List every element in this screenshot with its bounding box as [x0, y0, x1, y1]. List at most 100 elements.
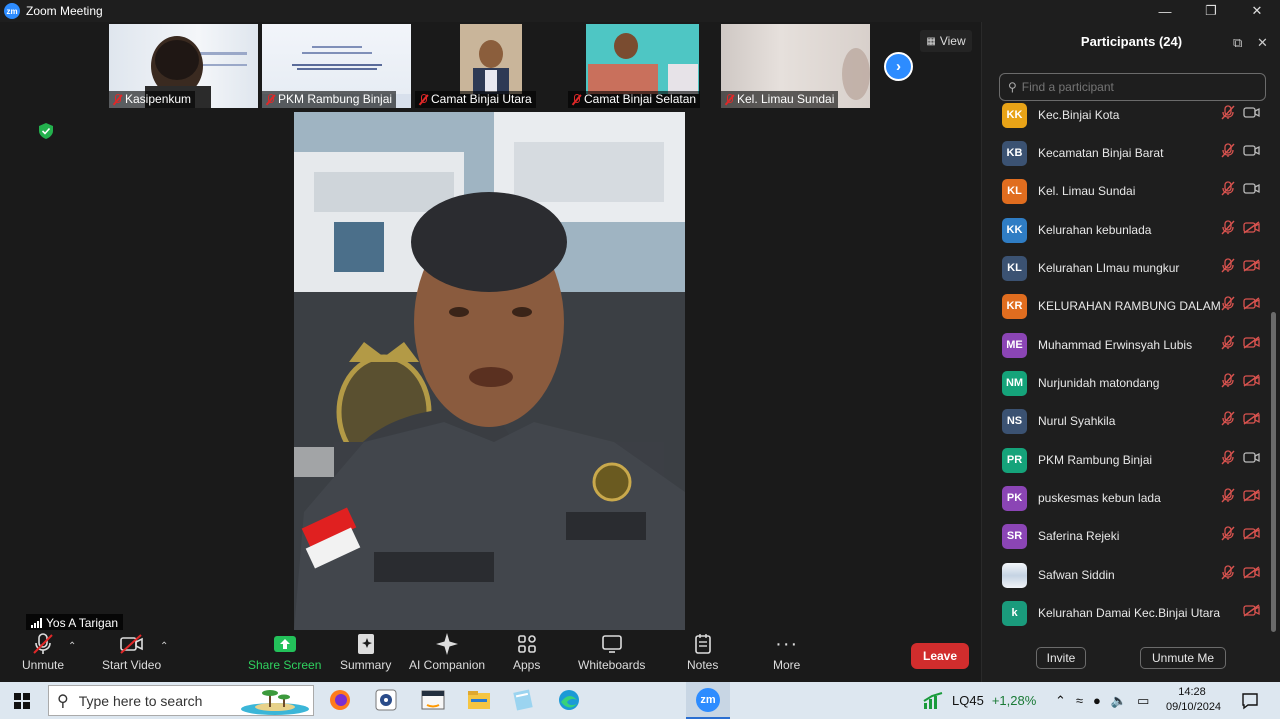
participant-row[interactable]: NM Nurjunidah matondang: [982, 364, 1280, 402]
next-page-chevron-icon[interactable]: ›: [884, 52, 913, 81]
avatar: KL: [1002, 178, 1027, 204]
mic-muted-icon: [418, 93, 428, 105]
camera-off-icon: [1243, 489, 1261, 507]
mic-muted-icon: [1221, 335, 1235, 355]
participant-list: KK Kec.Binjai Kota KB Kecamatan Binjai Bara…: [982, 94, 1280, 634]
camera-off-icon: [1243, 566, 1261, 584]
start-video-button[interactable]: Start Video: [102, 630, 161, 672]
video-tile[interactable]: Camat Binjai Selatan: [568, 24, 717, 108]
volume-icon[interactable]: 🔈: [1111, 693, 1127, 709]
participant-row[interactable]: Safwan Siddin: [982, 556, 1280, 594]
maximize-button[interactable]: ❐: [1188, 0, 1234, 22]
windows-taskbar: ⚲ Type here to search zm LQ45 +1,28% ⌃ ≈…: [0, 682, 1280, 719]
signal-strength-icon: [31, 618, 42, 628]
avatar: KL: [1002, 255, 1027, 281]
participant-name: puskesmas kebun lada: [1038, 491, 1161, 505]
notepad-app-icon[interactable]: [509, 687, 537, 713]
unmute-button[interactable]: Unmute: [22, 630, 64, 672]
participant-row[interactable]: PK puskesmas kebun lada: [982, 479, 1280, 517]
meeting-toolbar: Unmute ⌃ Start Video ⌃ Share Screen Summ…: [0, 630, 981, 682]
edge-app-icon[interactable]: [555, 687, 583, 713]
store-app-icon[interactable]: [419, 687, 447, 713]
video-tile[interactable]: Kasipenkum: [109, 24, 258, 108]
camera-icon: [1243, 451, 1261, 469]
unmute-me-button[interactable]: Unmute Me: [1140, 647, 1226, 669]
participant-name: Kelurahan LImau mungkur: [1038, 261, 1180, 275]
participant-name: Kecamatan Binjai Barat: [1038, 146, 1164, 160]
taskbar-clock[interactable]: 14:28 09/10/2024: [1166, 685, 1221, 715]
stock-widget[interactable]: LQ45 +1,28%: [922, 682, 1036, 719]
participant-row[interactable]: PR PKM Rambung Binjai: [982, 441, 1280, 479]
firefox-app-icon[interactable]: [326, 687, 354, 713]
participant-row[interactable]: SR Saferina Rejeki: [982, 517, 1280, 555]
minimize-button[interactable]: —: [1142, 0, 1188, 22]
mic-muted-icon: [265, 93, 275, 105]
participant-name: Nurjunidah matondang: [1038, 376, 1160, 390]
mic-muted-icon: [1221, 143, 1235, 163]
windows-start-icon[interactable]: [14, 693, 30, 709]
participant-row[interactable]: KL Kel. Limau Sundai: [982, 172, 1280, 210]
more-button[interactable]: ··· More: [773, 630, 800, 673]
clock-time: 14:28: [1178, 686, 1206, 698]
whiteboards-button[interactable]: Whiteboards: [578, 630, 645, 672]
audio-options-caret-icon[interactable]: ⌃: [68, 641, 76, 652]
avatar: ME: [1002, 332, 1027, 358]
avatar: KR: [1002, 293, 1027, 319]
zoom-taskbar-item[interactable]: zm: [686, 682, 730, 719]
participant-search-input[interactable]: [1021, 80, 1252, 94]
wifi-icon[interactable]: ≈: [1076, 693, 1083, 708]
participant-name: PKM Rambung Binjai: [1038, 453, 1153, 467]
participants-panel: Participants (24) ⧉ ✕ ⚲ KKKec.Binjai Kot…: [981, 22, 1280, 682]
camera-icon: [1243, 106, 1261, 124]
file-explorer-app-icon[interactable]: [465, 687, 493, 713]
microphone-icon[interactable]: ●: [1093, 693, 1101, 708]
video-tile[interactable]: PKM Rambung Binjai: [262, 24, 411, 108]
media-player-app-icon[interactable]: [372, 687, 400, 713]
video-tile[interactable]: Camat Binjai Utara: [415, 24, 564, 108]
show-hidden-icons-chevron-icon[interactable]: ⌃: [1055, 693, 1066, 709]
video-tile[interactable]: Kel. Limau Sundai: [721, 24, 870, 108]
summary-button[interactable]: Summary: [340, 630, 391, 672]
active-speaker-video[interactable]: [294, 112, 685, 630]
mic-muted-icon: [1221, 296, 1235, 316]
mic-muted-icon: [1221, 526, 1235, 546]
participant-name: Kelurahan kebunlada: [1038, 223, 1152, 237]
participant-name: Kelurahan Damai Kec.Binjai Utara: [1038, 606, 1221, 620]
close-panel-icon[interactable]: ✕: [1257, 35, 1268, 51]
avatar: SR: [1002, 523, 1027, 549]
apps-icon: [517, 630, 537, 658]
leave-button[interactable]: Leave: [911, 643, 969, 669]
summary-document-icon: [356, 630, 376, 658]
participant-row[interactable]: KR KELURAHAN RAMBUNG DALAM: [982, 287, 1280, 325]
participant-row[interactable]: KB Kecamatan Binjai Barat: [982, 134, 1280, 172]
participant-row[interactable]: ME Muhammad Erwinsyah Lubis: [982, 326, 1280, 364]
participant-row[interactable]: k Kelurahan Damai Kec.Binjai Utara: [982, 594, 1280, 632]
taskbar-search-box[interactable]: ⚲ Type here to search: [48, 685, 314, 716]
apps-button[interactable]: Apps: [513, 630, 540, 672]
notes-icon: [694, 630, 712, 658]
camera-icon: [1243, 182, 1261, 200]
share-screen-icon: [273, 630, 297, 658]
invite-button[interactable]: Invite: [1036, 647, 1086, 669]
close-window-button[interactable]: ✕: [1234, 0, 1280, 22]
participant-row[interactable]: KK Kec.Binjai Kota: [982, 96, 1280, 134]
battery-icon[interactable]: ▭: [1137, 693, 1149, 709]
camera-off-icon: [1243, 336, 1261, 354]
mic-muted-icon: [1221, 488, 1235, 508]
notification-center-icon[interactable]: [1241, 692, 1259, 710]
notes-button[interactable]: Notes: [687, 630, 718, 672]
avatar: KK: [1002, 102, 1027, 128]
participant-list-scrollbar[interactable]: [1271, 312, 1276, 632]
ai-companion-button[interactable]: AI Companion: [409, 630, 485, 672]
participant-row[interactable]: NS Nurul Syahkila: [982, 402, 1280, 440]
ai-sparkle-icon: [435, 630, 459, 658]
stock-name: LQ45: [952, 693, 984, 708]
view-button[interactable]: ▦ View: [920, 30, 972, 52]
participant-row[interactable]: KL Kelurahan LImau mungkur: [982, 249, 1280, 287]
avatar: PK: [1002, 485, 1027, 511]
share-screen-button[interactable]: Share Screen: [248, 630, 321, 672]
pop-out-icon[interactable]: ⧉: [1233, 35, 1242, 51]
video-options-caret-icon[interactable]: ⌃: [160, 641, 168, 652]
participant-row[interactable]: KK Kelurahan kebunlada: [982, 211, 1280, 249]
encryption-shield-icon[interactable]: [39, 123, 53, 139]
